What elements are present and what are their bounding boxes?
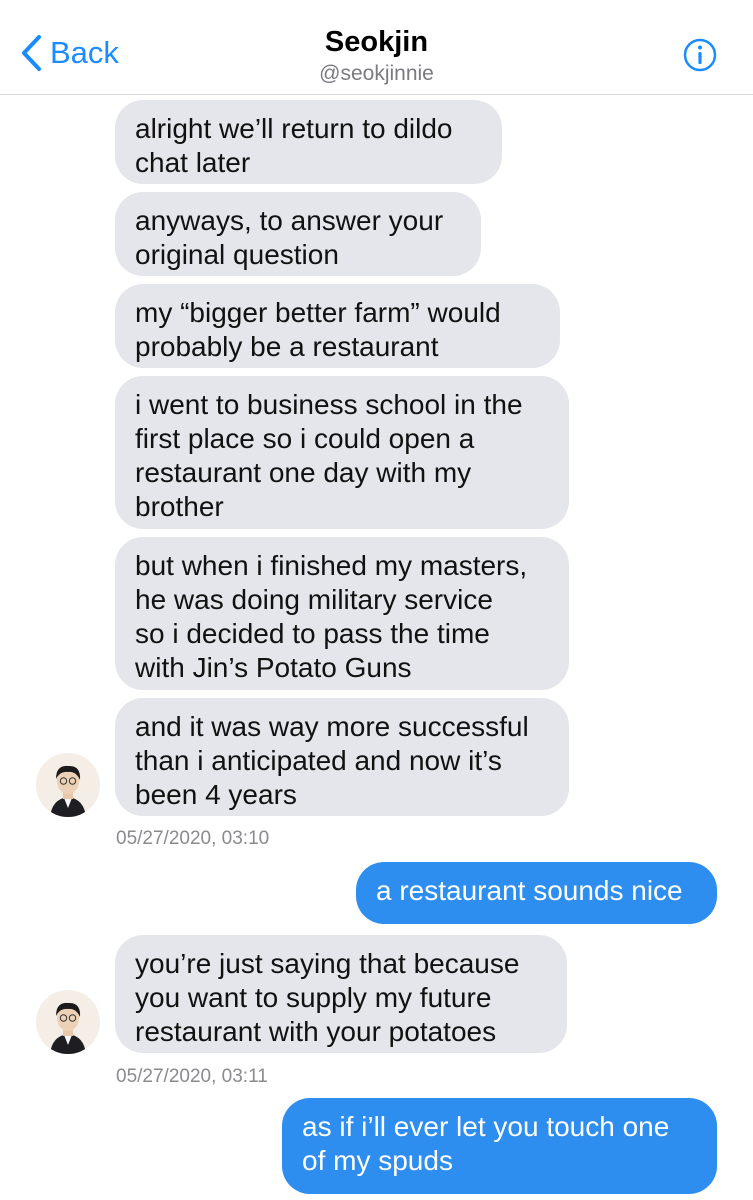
conversation-header: Back Seokjin @seokjinnie bbox=[0, 0, 753, 95]
person-icon bbox=[36, 990, 100, 1054]
message-incoming[interactable]: alright we’ll return to dildo chat later bbox=[115, 100, 502, 184]
message-outgoing[interactable]: as if i’ll ever let you touch one of my … bbox=[282, 1098, 717, 1194]
message-incoming[interactable]: you’re just saying that because you want… bbox=[115, 935, 567, 1053]
contact-name: Seokjin bbox=[324, 26, 429, 58]
message-timestamp: 05/27/2020, 03:10 bbox=[116, 828, 270, 849]
message-incoming[interactable]: my “bigger better farm” would probably b… bbox=[115, 284, 560, 368]
avatar[interactable] bbox=[36, 990, 100, 1054]
message-incoming[interactable]: anyways, to answer your original questio… bbox=[115, 192, 481, 276]
avatar[interactable] bbox=[36, 753, 100, 817]
message-timestamp: 05/27/2020, 03:11 bbox=[116, 1066, 268, 1087]
message-incoming[interactable]: i went to business school in the first p… bbox=[115, 376, 569, 529]
contact-handle: @seokjinnie bbox=[319, 62, 434, 85]
info-icon[interactable] bbox=[683, 38, 717, 72]
person-icon bbox=[36, 753, 100, 817]
message-incoming[interactable]: but when i finished my masters, he was d… bbox=[115, 537, 569, 690]
message-outgoing[interactable]: a restaurant sounds nice bbox=[356, 862, 717, 924]
message-incoming[interactable]: and it was way more successful than i an… bbox=[115, 698, 569, 816]
